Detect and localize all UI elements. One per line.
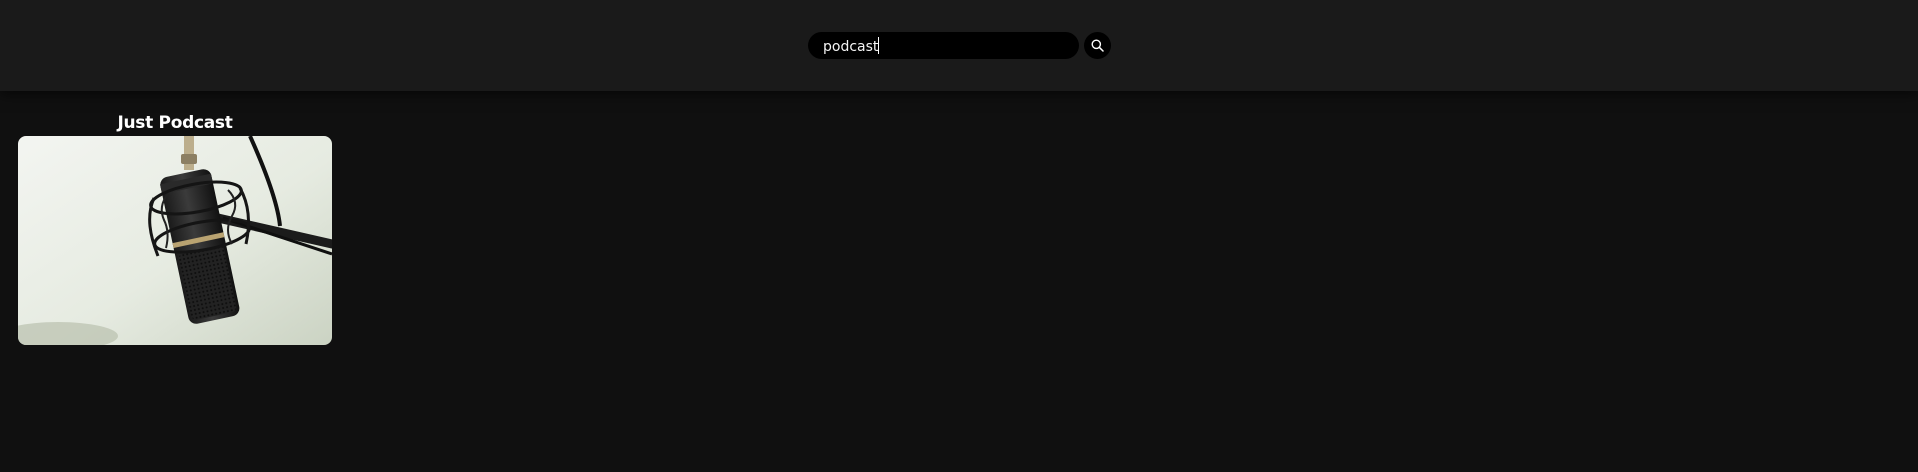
search-input[interactable] [808,32,1079,59]
result-card-image[interactable] [18,136,332,345]
result-card-title[interactable]: Just Podcast [18,112,332,134]
top-bar: podcast [0,0,1918,91]
search-button[interactable] [1084,32,1111,59]
microphone-image [18,136,332,345]
search-icon [1091,39,1104,52]
